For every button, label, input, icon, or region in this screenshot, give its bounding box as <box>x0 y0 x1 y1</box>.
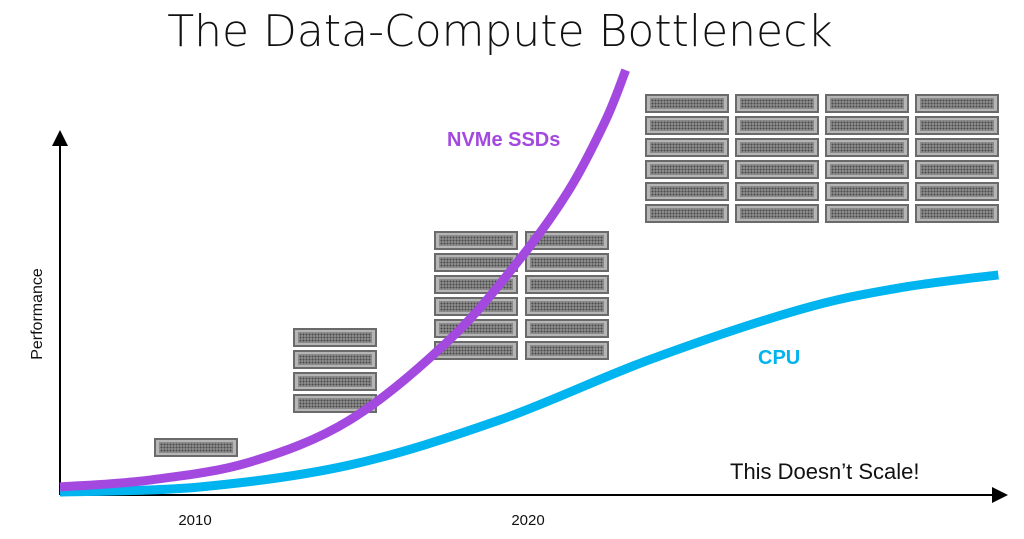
series-label-nvme: NVMe SSDs <box>447 129 561 151</box>
x-tick-label: 2020 <box>511 512 545 529</box>
y-axis-label: Performance <box>29 268 46 360</box>
series-label-cpu: CPU <box>758 347 801 369</box>
x-tick-label: 2010 <box>178 512 212 529</box>
annotation-text: This Doesn’t Scale! <box>730 459 920 484</box>
